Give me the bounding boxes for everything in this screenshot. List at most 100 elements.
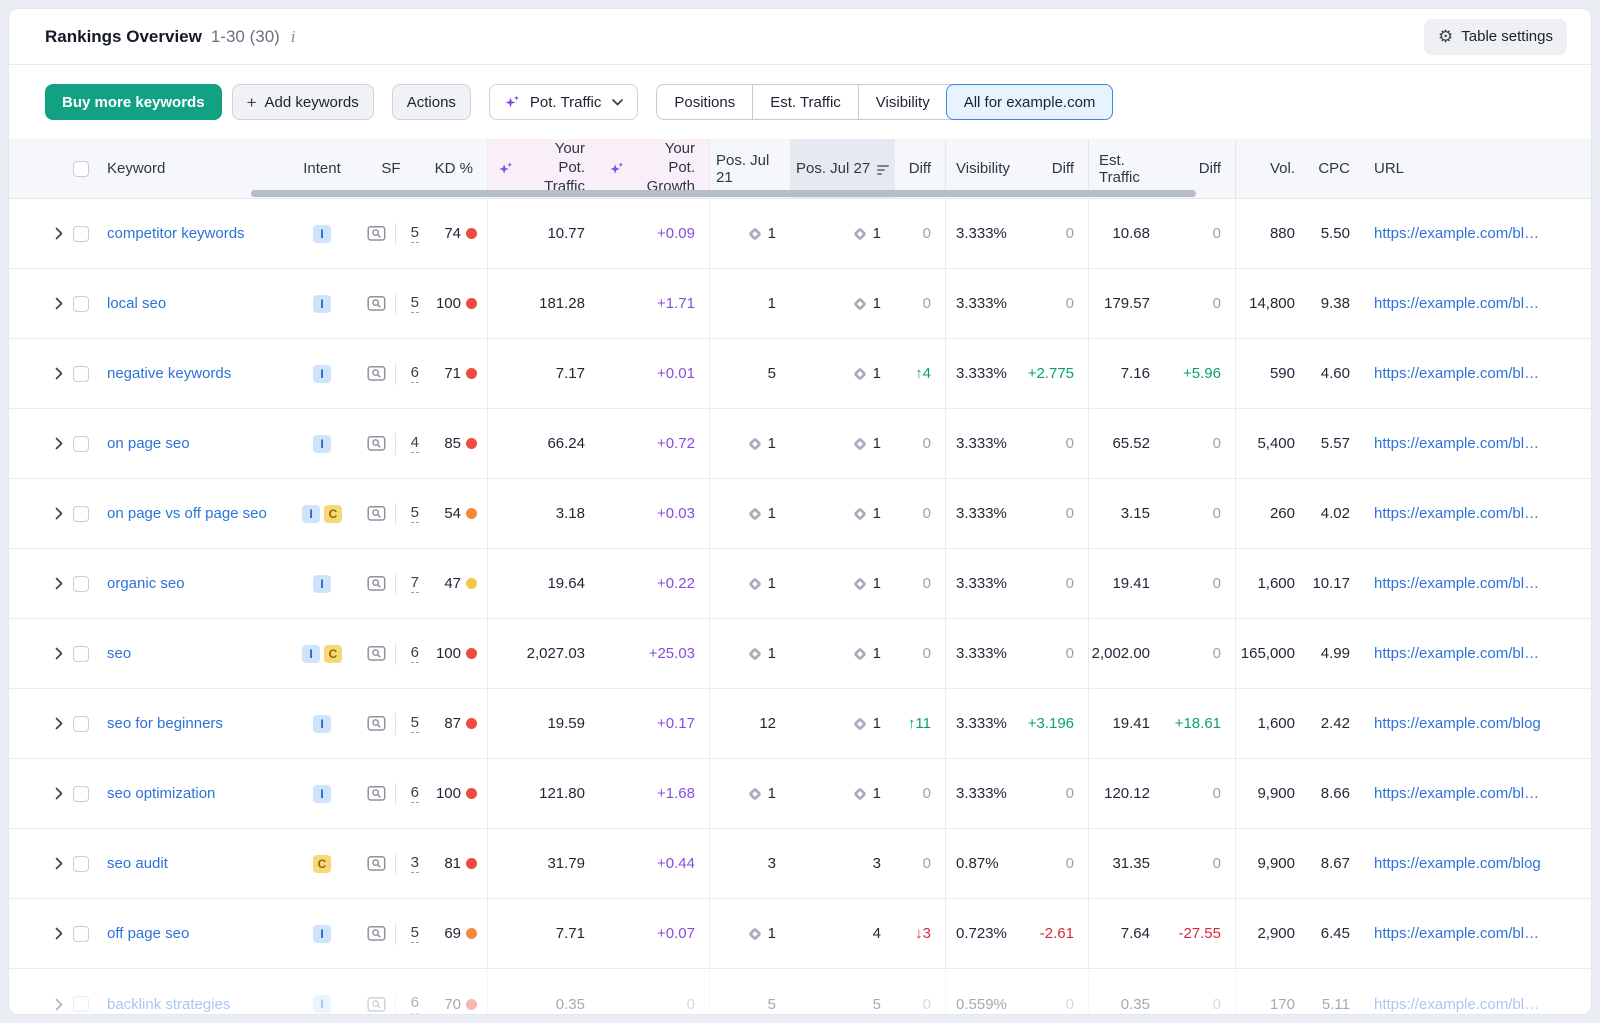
intent-badge-c[interactable]: C [313, 855, 331, 873]
row-checkbox[interactable] [73, 996, 89, 1012]
url-link[interactable]: https://example.com/bl… [1374, 225, 1539, 242]
keyword-link[interactable]: seo optimization [107, 785, 215, 802]
expand-row-button[interactable] [45, 339, 73, 408]
row-checkbox[interactable] [73, 786, 89, 802]
sf-count[interactable]: 5 [411, 294, 419, 314]
serp-features-button[interactable] [357, 409, 395, 478]
buy-more-keywords-button[interactable]: Buy more keywords [45, 84, 222, 120]
intent-badge-i[interactable]: I [313, 575, 331, 593]
url-link[interactable]: https://example.com/bl… [1374, 435, 1539, 452]
keyword-link[interactable]: backlink strategies [107, 996, 230, 1013]
url-link[interactable]: https://example.com/blog [1374, 855, 1541, 872]
sf-count[interactable]: 6 [411, 784, 419, 804]
intent-badge-i[interactable]: I [313, 225, 331, 243]
actions-button[interactable]: Actions [392, 84, 471, 120]
select-all-checkbox[interactable] [73, 161, 89, 177]
url-link[interactable]: https://example.com/bl… [1374, 925, 1539, 942]
row-checkbox[interactable] [73, 716, 89, 732]
intent-badge-i[interactable]: I [313, 295, 331, 313]
url-link[interactable]: https://example.com/bl… [1374, 365, 1539, 382]
url-link[interactable]: https://example.com/bl… [1374, 996, 1539, 1013]
serp-features-button[interactable] [357, 689, 395, 758]
row-checkbox[interactable] [73, 226, 89, 242]
sf-count[interactable]: 6 [411, 644, 419, 664]
expand-row-button[interactable] [45, 689, 73, 758]
tab-positions[interactable]: Positions [657, 85, 752, 119]
keyword-link[interactable]: seo for beginners [107, 715, 223, 732]
metric-dropdown[interactable]: Pot. Traffic [489, 84, 638, 120]
expand-row-button[interactable] [45, 829, 73, 898]
url-link[interactable]: https://example.com/bl… [1374, 295, 1539, 312]
keyword-link[interactable]: organic seo [107, 575, 185, 592]
keyword-link[interactable]: seo audit [107, 855, 168, 872]
keyword-link[interactable]: competitor keywords [107, 225, 245, 242]
add-keywords-button[interactable]: + Add keywords [232, 84, 374, 120]
url-link[interactable]: https://example.com/bl… [1374, 785, 1539, 802]
expand-row-button[interactable] [45, 199, 73, 268]
sf-count[interactable]: 5 [411, 224, 419, 244]
keyword-link[interactable]: on page vs off page seo [107, 505, 267, 522]
table-settings-button[interactable]: ⚙ Table settings [1424, 19, 1567, 55]
url-link[interactable]: https://example.com/bl… [1374, 505, 1539, 522]
expand-row-button[interactable] [45, 269, 73, 338]
keyword-link[interactable]: off page seo [107, 925, 189, 942]
serp-features-button[interactable] [357, 549, 395, 618]
serp-features-button[interactable] [357, 479, 395, 548]
expand-row-button[interactable] [45, 899, 73, 968]
intent-badge-i[interactable]: I [313, 785, 331, 803]
sf-count[interactable]: 4 [411, 434, 419, 454]
keyword-link[interactable]: negative keywords [107, 365, 231, 382]
sf-count[interactable]: 6 [411, 994, 419, 1014]
serp-features-button[interactable] [357, 619, 395, 688]
sf-count[interactable]: 5 [411, 504, 419, 524]
intent-badge-c[interactable]: C [324, 645, 342, 663]
row-checkbox[interactable] [73, 296, 89, 312]
expand-row-button[interactable] [45, 479, 73, 548]
sf-count[interactable]: 7 [411, 574, 419, 594]
expand-row-button[interactable] [45, 759, 73, 828]
intent-badge-i[interactable]: I [313, 715, 331, 733]
serp-features-button[interactable] [357, 269, 395, 338]
intent-badge-i[interactable]: I [302, 505, 320, 523]
tab-est-traffic[interactable]: Est. Traffic [752, 85, 858, 119]
expand-row-button[interactable] [45, 619, 73, 688]
row-checkbox[interactable] [73, 506, 89, 522]
sf-count[interactable]: 5 [411, 924, 419, 944]
expand-row-button[interactable] [45, 549, 73, 618]
intent-badge-i[interactable]: I [302, 645, 320, 663]
url-link[interactable]: https://example.com/bl… [1374, 575, 1539, 592]
url-link[interactable]: https://example.com/blog [1374, 715, 1541, 732]
col-header-url[interactable]: URL [1364, 139, 1575, 198]
sf-count[interactable]: 6 [411, 364, 419, 384]
intent-badge-i[interactable]: I [313, 995, 331, 1013]
serp-features-button[interactable] [357, 339, 395, 408]
row-checkbox[interactable] [73, 436, 89, 452]
sf-count[interactable]: 3 [411, 854, 419, 874]
serp-features-button[interactable] [357, 829, 395, 898]
intent-badge-i[interactable]: I [313, 365, 331, 383]
sf-count[interactable]: 5 [411, 714, 419, 734]
row-checkbox[interactable] [73, 856, 89, 872]
serp-features-button[interactable] [357, 899, 395, 968]
tab-visibility[interactable]: Visibility [858, 85, 947, 119]
keyword-link[interactable]: local seo [107, 295, 166, 312]
tab-all-for-domain[interactable]: All for example.com [946, 84, 1114, 120]
intent-badge-i[interactable]: I [313, 435, 331, 453]
row-checkbox[interactable] [73, 926, 89, 942]
row-checkbox[interactable] [73, 646, 89, 662]
col-header-volume[interactable]: Vol. [1235, 139, 1309, 198]
keyword-link[interactable]: seo [107, 645, 131, 662]
url-link[interactable]: https://example.com/bl… [1374, 645, 1539, 662]
info-icon[interactable]: i [289, 28, 296, 46]
serp-features-button[interactable] [357, 969, 395, 1015]
row-checkbox[interactable] [73, 366, 89, 382]
expand-row-button[interactable] [45, 409, 73, 478]
keyword-link[interactable]: on page seo [107, 435, 190, 452]
col-header-cpc[interactable]: CPC [1309, 139, 1364, 198]
intent-badge-i[interactable]: I [313, 925, 331, 943]
expand-row-button[interactable] [45, 969, 73, 1015]
serp-features-button[interactable] [357, 759, 395, 828]
row-checkbox[interactable] [73, 576, 89, 592]
serp-features-button[interactable] [357, 199, 395, 268]
horizontal-scrollbar[interactable] [251, 190, 1196, 197]
